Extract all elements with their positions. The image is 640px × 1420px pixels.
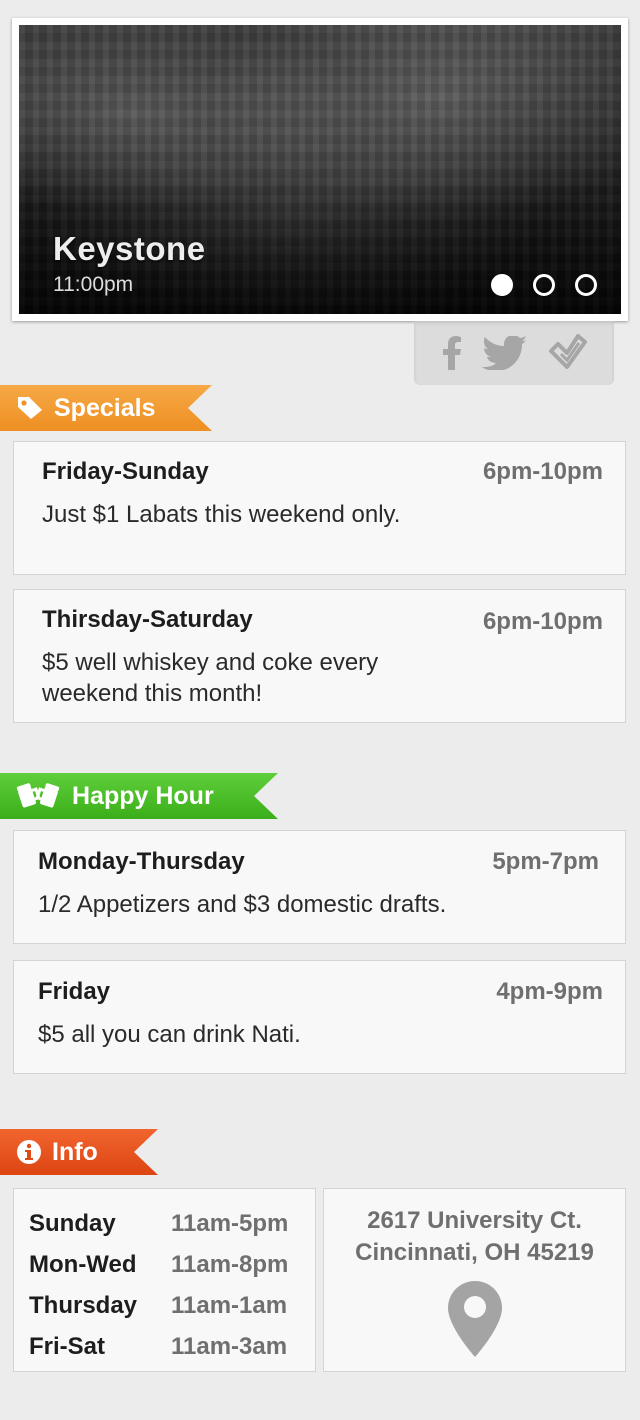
social-share-tray <box>414 321 614 385</box>
special-time: 6pm-10pm <box>482 458 603 485</box>
special-description: $5 well whiskey and coke every weekend t… <box>42 649 379 707</box>
hours-time: 11am-1am <box>171 1291 288 1319</box>
map-pin-icon[interactable] <box>446 1279 504 1364</box>
hours-day: Thursday <box>29 1291 138 1319</box>
address-panel[interactable]: 2617 University Ct. Cincinnati, OH 45219 <box>323 1188 626 1372</box>
happy-hour-description: 1/2 Appetizers and $3 domestic drafts. <box>38 891 447 918</box>
carousel-dot-3[interactable] <box>575 274 597 296</box>
hero-card[interactable]: Keystone 11:00pm <box>12 18 628 321</box>
carousel-dots <box>491 274 597 296</box>
hero-photo[interactable]: Keystone 11:00pm <box>19 25 621 314</box>
happy-hour-description: $5 all you can drink Nati. <box>38 1021 301 1048</box>
hours-row: Thursday 11am-1am <box>29 1285 315 1326</box>
happy-hour-heading: Happy Hour <box>72 781 214 810</box>
happy-hour-banner: Happy Hour <box>0 773 278 819</box>
address-city: Cincinnati, OH 45219 <box>355 1239 594 1266</box>
info-banner: Info <box>0 1129 158 1175</box>
hours-day: Sunday <box>29 1209 116 1237</box>
special-days: Thirsday-Saturday <box>42 606 253 633</box>
happy-hour-card-2[interactable]: Friday 4pm-9pm $5 all you can drink Nati… <box>13 960 626 1074</box>
hours-time: 11am-5pm <box>171 1209 289 1237</box>
happy-hour-time: 4pm-9pm <box>496 978 603 1005</box>
facebook-icon[interactable] <box>441 336 463 370</box>
happy-hour-time: 5pm-7pm <box>492 848 599 875</box>
hours-time: 11am-3am <box>171 1332 288 1360</box>
twitter-icon[interactable] <box>481 336 528 370</box>
event-time: 11:00pm <box>53 273 134 296</box>
info-icon <box>16 1139 42 1165</box>
hours-day: Fri-Sat <box>29 1332 106 1360</box>
carousel-dot-1[interactable] <box>491 274 513 296</box>
special-days: Friday-Sunday <box>42 458 209 485</box>
specials-banner: Specials <box>0 385 212 431</box>
beer-mugs-icon <box>16 781 62 811</box>
special-description: Just $1 Labats this weekend only. <box>42 501 401 528</box>
foursquare-icon[interactable] <box>547 334 587 372</box>
address-street: 2617 University Ct. <box>367 1207 582 1234</box>
venue-name: Keystone <box>53 230 206 267</box>
tag-icon <box>16 395 44 421</box>
special-time: 6pm-10pm <box>482 608 603 635</box>
carousel-dot-2[interactable] <box>533 274 555 296</box>
happy-hour-days: Monday-Thursday <box>38 848 245 875</box>
hours-row: Mon-Wed 11am-8pm <box>29 1244 315 1285</box>
specials-heading: Specials <box>54 393 156 422</box>
hours-row: Fri-Sat 11am-3am <box>29 1326 315 1367</box>
hours-row: Sunday 11am-5pm <box>29 1203 315 1244</box>
info-heading: Info <box>52 1137 98 1166</box>
special-card-1[interactable]: Friday-Sunday 6pm-10pm Just $1 Labats th… <box>13 441 626 575</box>
hours-time: 11am-8pm <box>171 1250 289 1278</box>
happy-hour-card-1[interactable]: Monday-Thursday 5pm-7pm 1/2 Appetizers a… <box>13 830 626 944</box>
special-card-2[interactable]: Thirsday-Saturday 6pm-10pm $5 well whisk… <box>13 589 626 723</box>
happy-hour-days: Friday <box>38 978 111 1005</box>
hours-day: Mon-Wed <box>29 1250 137 1278</box>
hours-panel: Sunday 11am-5pm Mon-Wed 11am-8pm Thursda… <box>13 1188 316 1372</box>
